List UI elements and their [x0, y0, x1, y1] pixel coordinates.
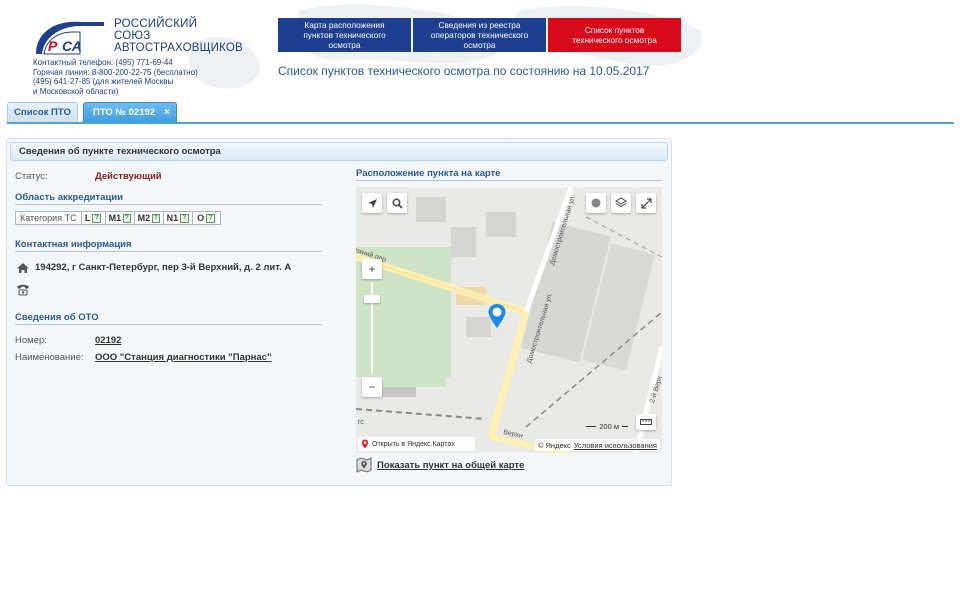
scale-bar: [586, 426, 597, 427]
status-value: Действующий: [95, 171, 162, 182]
phone-icon: [17, 284, 29, 296]
geolocation-button[interactable]: [362, 193, 382, 213]
zoom-slider-handle[interactable]: [364, 295, 380, 303]
tab-pto-current-label: ПТО № 02192: [93, 107, 156, 118]
panel-title: Сведения об пункте технического осмотра: [10, 142, 668, 161]
hotline-alt-2: и Московской области): [33, 86, 119, 96]
traffic-button[interactable]: [586, 193, 606, 213]
contact-phone: Контактный телефон: (495) 771-69-44: [33, 58, 173, 67]
yandex-map[interactable]: Домостроительная ул. Домостроительная ул…: [356, 187, 662, 453]
map-divider: [356, 180, 662, 181]
category-l-label: L: [84, 213, 91, 223]
name-link[interactable]: ООО "Станция диагностики "Парнас": [95, 352, 271, 363]
category-m2-label: M2: [137, 213, 151, 223]
map-pin-icon[interactable]: [487, 303, 507, 329]
home-icon: [17, 263, 29, 273]
logo-line-3: АВТОСТРАХОВЩИКОВ: [114, 42, 243, 54]
address-value: 194292, г Санкт-Петербург, пер 3-й Верхн…: [35, 262, 292, 273]
nav-map-line-2: пунктов технического: [303, 30, 386, 40]
help-icon[interactable]: ?: [206, 213, 216, 223]
category-m1: M1?: [104, 211, 135, 225]
expand-icon: [640, 197, 652, 209]
traffic-icon: [591, 198, 601, 208]
map-search-button[interactable]: [387, 193, 407, 213]
map-scale: 200 м: [586, 422, 628, 431]
yandex-pin-icon: [361, 439, 369, 449]
status-label: Статус:: [15, 171, 48, 182]
hotline: Горячая линия: 8-800-200-22-75 (бесплатн…: [33, 67, 198, 77]
help-icon[interactable]: ?: [123, 213, 131, 223]
contacts-block: Контактный телефон: (495) 771-69-44 Горя…: [33, 58, 198, 96]
oto-heading: Сведения об ОТО: [15, 312, 99, 323]
map-tiles: [356, 187, 662, 453]
nav-registry-line-2: операторов технического: [430, 30, 529, 40]
nav-map-line-1: Карта расположения: [304, 20, 385, 30]
zoom-in-button[interactable]: +: [362, 259, 382, 279]
header: Р СА РОССИЙСКИЙ СОЮЗ АВТОСТРАХОВЩИКОВ Ко…: [0, 0, 960, 100]
layers-button[interactable]: [611, 193, 631, 213]
logo-line-1: РОССИЙСКИЙ: [114, 18, 198, 30]
category-m1-label: M1: [108, 213, 122, 223]
nav-registry-button[interactable]: Сведения из реестра операторов техническ…: [413, 18, 546, 52]
tab-pto-current[interactable]: ПТО № 02192 ×: [83, 102, 177, 123]
logo-line-2: СОЮЗ: [114, 30, 151, 42]
pto-details-panel: Сведения об пункте технического осмотра …: [6, 138, 672, 486]
nav-list-line-1: Список пунктов: [584, 25, 645, 35]
search-icon: [392, 198, 403, 209]
terms-link[interactable]: Условия использования: [574, 441, 657, 450]
category-label: Категория ТС: [15, 211, 82, 225]
category-m2: M2?: [133, 211, 164, 225]
location-arrow-icon: [367, 198, 377, 208]
contact-heading: Контактная информация: [15, 239, 132, 250]
contact-divider: [15, 251, 322, 252]
map-copyright: © Яндекс Условия использования: [534, 439, 660, 451]
copyright-label: © Яндекс: [537, 440, 571, 450]
accreditation-divider: [15, 204, 322, 205]
open-in-yandex-label: Открыть в Яндекс.Картах: [372, 440, 455, 448]
map-heading: Расположение пункта на карте: [356, 168, 501, 179]
ruler-button[interactable]: [636, 414, 656, 430]
help-icon[interactable]: ?: [180, 213, 189, 223]
scale-bar: [622, 426, 628, 427]
nav-list-button[interactable]: Список пунктов технического осмотра: [548, 18, 681, 52]
name-label: Наименование:: [15, 352, 84, 363]
accreditation-heading: Область аккредитации: [15, 192, 123, 203]
oto-divider: [15, 324, 322, 325]
street-label: гс: [358, 419, 364, 426]
nav-map-button[interactable]: Карта расположения пунктов технического …: [278, 18, 411, 52]
category-o-label: O: [197, 213, 205, 223]
logo-text: РОССИЙСКИЙ СОЮЗ АВТОСТРАХОВЩИКОВ: [114, 18, 243, 54]
number-link[interactable]: 02192: [95, 335, 121, 346]
nav-registry-line-3: осмотра: [463, 40, 496, 50]
scale-label: 200 м: [599, 422, 619, 431]
layers-icon: [615, 197, 627, 208]
hotline-alt: (495) 641-27-85 (для жителей Москвы: [33, 77, 174, 86]
nav-list-line-2: технического осмотра: [572, 35, 657, 45]
nav-map-line-3: осмотра: [328, 40, 361, 50]
category-l: L?: [80, 211, 106, 225]
svg-text:Р: Р: [48, 38, 58, 54]
report-date: Список пунктов технического осмотра по с…: [278, 64, 650, 78]
zoom-out-button[interactable]: −: [362, 377, 382, 397]
nav-registry-line-1: Сведения из реестра: [438, 20, 521, 30]
tabs-divider: [7, 122, 954, 124]
help-icon[interactable]: ?: [152, 213, 160, 223]
close-icon[interactable]: ×: [164, 107, 170, 118]
category-row: Категория ТС L? M1? M2? N1? O?: [15, 211, 221, 225]
show-on-map-link[interactable]: Показать пункт на общей карте: [377, 460, 524, 471]
ruler-icon: [640, 419, 652, 425]
category-n1-label: N1: [166, 213, 179, 223]
open-in-yandex-link[interactable]: Открыть в Яндекс.Картах: [358, 437, 475, 451]
number-label: Номер:: [15, 335, 47, 346]
tab-pto-list[interactable]: Список ПТО: [7, 102, 78, 123]
fullscreen-button[interactable]: [636, 193, 656, 213]
map-marker-icon: [356, 457, 372, 473]
category-o: O?: [191, 211, 221, 225]
svg-text:СА: СА: [62, 38, 82, 54]
help-icon[interactable]: ?: [92, 213, 102, 223]
category-n1: N1?: [162, 211, 193, 225]
rsa-logo-icon: Р СА: [36, 21, 104, 55]
